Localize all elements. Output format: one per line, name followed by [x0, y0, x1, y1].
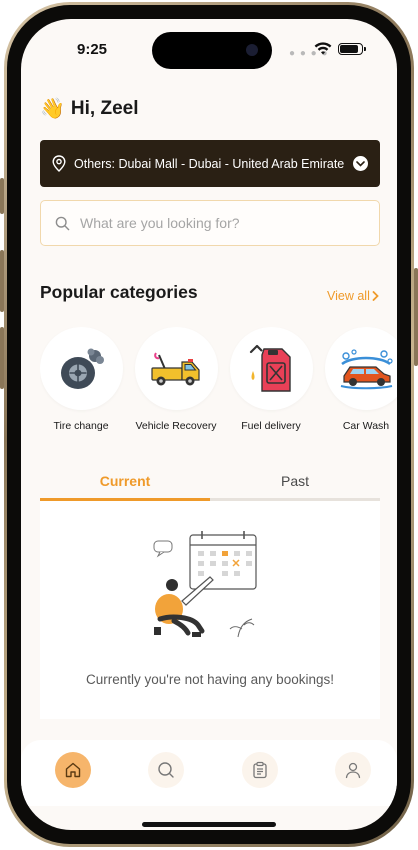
chevron-down-icon: [353, 156, 368, 171]
volume-down-button: [0, 327, 4, 389]
tab-current[interactable]: Current: [40, 470, 210, 501]
category-label: Car Wash: [342, 420, 390, 432]
home-icon: [65, 762, 81, 778]
search-icon: [158, 762, 174, 778]
home-indicator[interactable]: [142, 822, 276, 827]
wifi-icon: [314, 42, 332, 55]
status-bar: 9:25 ● ● ● ●: [21, 19, 397, 79]
search-icon: [55, 216, 70, 230]
location-pin-icon: [52, 155, 66, 172]
empty-bookings-illustration: [153, 531, 257, 638]
view-all-link[interactable]: View all: [327, 289, 379, 303]
category-circle: [134, 327, 218, 410]
greeting-text: Hi, Zeel: [70, 97, 139, 119]
car-wash-icon: [340, 348, 393, 389]
power-button: [414, 268, 418, 366]
search-input[interactable]: [80, 215, 350, 231]
tow-truck-icon: [151, 351, 200, 385]
category-label: Fuel delivery: [241, 420, 301, 432]
greeting: 👋 Hi, Zeel: [40, 96, 138, 121]
category-circle: [40, 327, 123, 410]
nav-home[interactable]: [55, 752, 91, 788]
tab-past[interactable]: Past: [210, 470, 380, 498]
category-circle: [229, 327, 313, 410]
nav-profile[interactable]: [335, 752, 371, 788]
category-label: Vehicle Recovery: [135, 420, 217, 432]
category-label: Tire change: [53, 420, 109, 432]
location-selector[interactable]: Others: Dubai Mall - Dubai - United Arab…: [40, 140, 380, 187]
action-button: [0, 178, 4, 214]
bookings-clipboard-icon: [253, 761, 267, 779]
camera-icon: [246, 44, 258, 56]
phone-bezel: 9:25 ● ● ● ● 👋 Hi, Zeel Others: Dubai Ma…: [7, 5, 411, 844]
empty-bookings-message: Currently you're not having any bookings…: [86, 672, 334, 687]
empty-bookings-card: Currently you're not having any bookings…: [40, 501, 380, 719]
status-time: 9:25: [77, 41, 108, 58]
phone-frame: 9:25 ● ● ● ● 👋 Hi, Zeel Others: Dubai Ma…: [4, 2, 414, 847]
waving-hand-icon: 👋: [40, 98, 65, 120]
bottom-navigation: [21, 740, 397, 806]
nav-search[interactable]: [148, 752, 184, 788]
category-vehicle-recovery[interactable]: Vehicle Recovery: [131, 327, 221, 432]
category-tire-change[interactable]: Tire change: [40, 327, 126, 432]
category-fuel-delivery[interactable]: Fuel delivery: [226, 327, 316, 432]
category-circle: [324, 327, 397, 410]
profile-icon: [345, 762, 361, 779]
section-title-popular-categories: Popular categories: [40, 282, 198, 302]
tire-icon: [61, 348, 104, 389]
chevron-right-icon: [372, 291, 379, 301]
categories-row: Tire change Vehicle Recovery Fuel delive…: [40, 327, 397, 437]
category-car-wash[interactable]: Car Wash: [321, 327, 397, 432]
app-screen: 9:25 ● ● ● ● 👋 Hi, Zeel Others: Dubai Ma…: [21, 19, 397, 830]
fuel-can-icon: [249, 344, 291, 392]
nav-bookings[interactable]: [242, 752, 278, 788]
bookings-tabs: Current Past: [40, 470, 380, 501]
search-bar[interactable]: [40, 200, 380, 246]
location-text: Others: Dubai Mall - Dubai - United Arab…: [74, 156, 344, 171]
battery-icon: [338, 43, 366, 55]
view-all-label: View all: [327, 289, 370, 303]
dynamic-island: [152, 32, 272, 69]
volume-up-button: [0, 250, 4, 312]
